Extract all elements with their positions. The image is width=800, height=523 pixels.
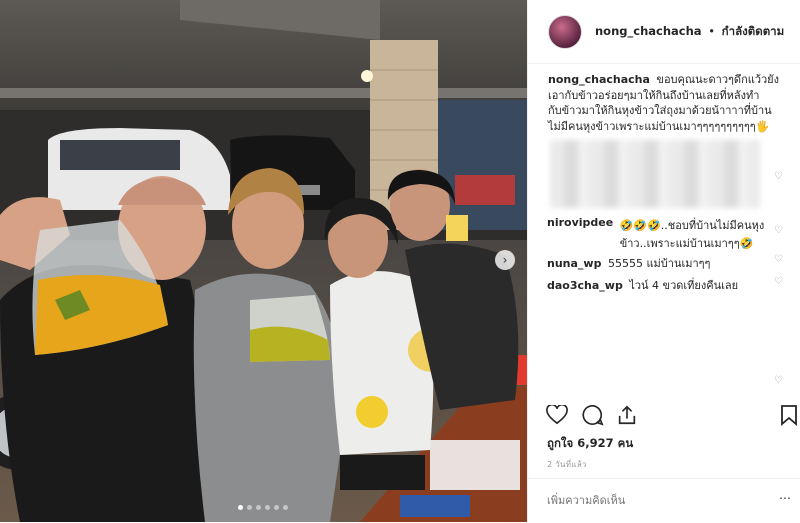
post-photo[interactable]: › <box>0 0 527 522</box>
redacted-comment <box>550 140 760 208</box>
ellipsis-icon[interactable]: ⋯ <box>779 491 791 505</box>
header-text: nong_chachacha • กำลังติดตาม <box>595 23 784 41</box>
following-button[interactable]: กำลังติดตาม <box>722 24 785 38</box>
comment-item: nirovipdee 🤣🤣🤣..ชอบที่บ้านไม่มีคนหุงข้าว… <box>547 216 780 252</box>
comment-button[interactable] <box>581 403 605 427</box>
avatar[interactable] <box>548 14 582 49</box>
caption: nong_chachacha ขอบคุณนะดาวๆดึกแว้วยังเอา… <box>548 72 788 134</box>
share-button[interactable] <box>615 403 639 427</box>
comment-text: 55555 แม่บ้านเมาๆๆ <box>607 257 711 270</box>
header-separator: • <box>708 23 716 38</box>
post-timestamp[interactable]: 2 วันที่แล้ว <box>547 458 587 471</box>
caption-block: nong_chachacha ขอบคุณนะดาวๆดึกแว้วยังเอา… <box>548 72 788 134</box>
comment-like-icon[interactable]: ♡ <box>774 277 784 287</box>
carousel-dot <box>238 505 243 510</box>
carousel-dot <box>265 505 270 510</box>
post-header: nong_chachacha • กำลังติดตาม <box>528 0 800 64</box>
carousel-dot <box>274 505 279 510</box>
comment-like-icon[interactable]: ♡ <box>774 376 784 386</box>
heart-icon <box>546 405 568 425</box>
comment-icon <box>582 405 604 426</box>
comment-like-icon[interactable]: ♡ <box>774 226 784 236</box>
carousel-next-button[interactable]: › <box>495 250 515 270</box>
carousel-dots <box>238 505 288 510</box>
comment-bar: ⋯ <box>527 478 800 523</box>
header-username[interactable]: nong_chachacha <box>595 24 702 38</box>
like-button[interactable] <box>545 403 569 427</box>
chevron-right-icon: › <box>502 253 508 267</box>
carousel-dot <box>247 505 252 510</box>
post-footer: ถูกใจ 6,927 คน 2 วันที่แล้ว ⋯ <box>527 395 800 522</box>
comment-like-icon[interactable]: ♡ <box>774 172 784 182</box>
comment-item: dao3cha_wp ไวน์ 4 ขวดเที่ยงคืนเลย <box>547 276 738 294</box>
comment-like-icon[interactable]: ♡ <box>774 255 784 265</box>
comment-username[interactable]: nirovipdee <box>547 216 613 229</box>
carousel-dot <box>256 505 261 510</box>
comment-username[interactable]: dao3cha_wp <box>547 279 623 292</box>
share-icon <box>618 405 636 425</box>
caption-username[interactable]: nong_chachacha <box>548 73 650 86</box>
comment-username[interactable]: nuna_wp <box>547 257 601 270</box>
action-bar <box>527 395 800 435</box>
save-button[interactable] <box>777 403 800 427</box>
comment-text: 🤣🤣🤣..ชอบที่บ้านไม่มีคนหุงข้าว..เพราะแม่บ… <box>619 219 765 250</box>
bookmark-icon <box>781 405 797 426</box>
like-count[interactable]: ถูกใจ 6,927 คน <box>547 435 633 453</box>
carousel-dot <box>283 505 288 510</box>
comment-input[interactable] <box>547 491 747 509</box>
comment-item: nuna_wp 55555 แม่บ้านเมาๆๆ <box>547 254 710 272</box>
comment-text: ไวน์ 4 ขวดเที่ยงคืนเลย <box>629 279 739 292</box>
